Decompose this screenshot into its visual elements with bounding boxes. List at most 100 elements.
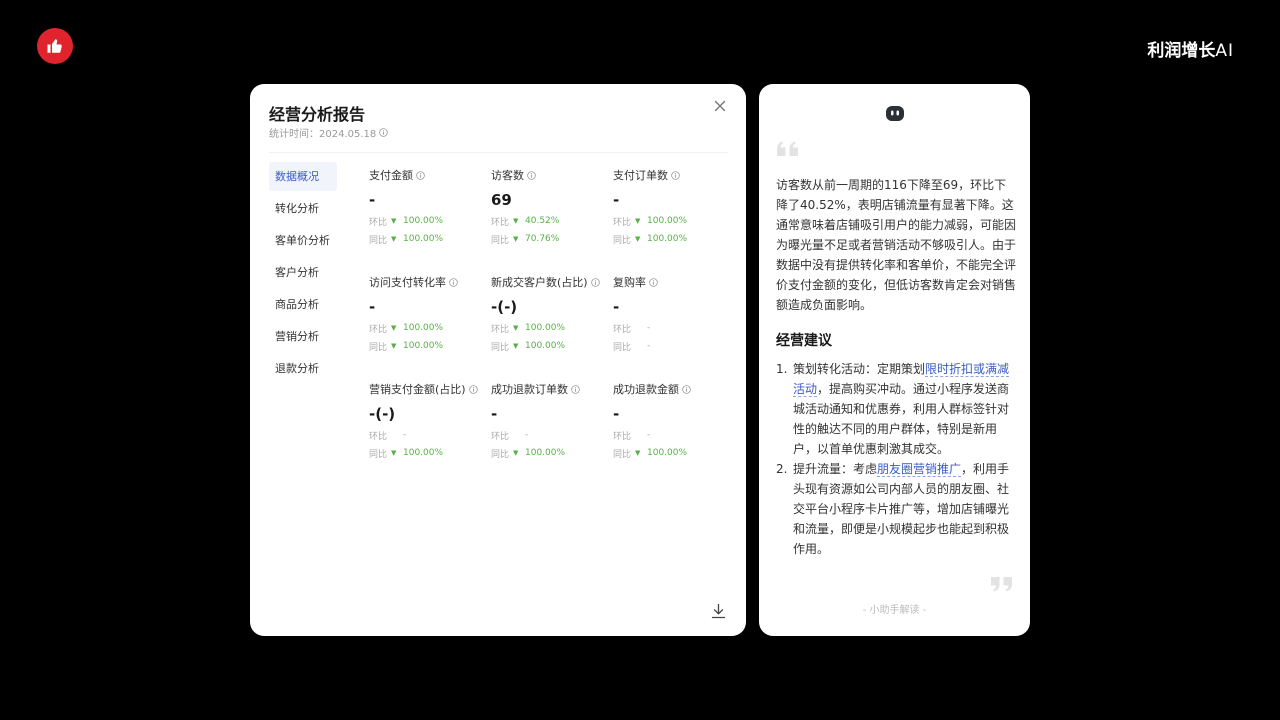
down-arrow-icon: ▼ — [391, 324, 397, 332]
list-text: 策划转化活动：定期策划限时折扣或满减活动，提高购买冲动。通过小程序发送商城活动通… — [793, 359, 1016, 459]
metric-value: - — [491, 405, 498, 423]
info-icon[interactable] — [416, 170, 425, 180]
info-icon[interactable] — [468, 384, 478, 394]
stat-time-text: 统计时间：2024.05.18 — [269, 129, 377, 140]
comparison-value: - — [647, 430, 651, 440]
stat-time: 统计时间：2024.05.18 — [269, 125, 389, 140]
report-title: 经营分析报告 — [269, 105, 366, 124]
down-arrow-icon: ▼ — [391, 342, 397, 350]
advice-panel: 访客数从前一周期的116下降至69，环比下降了40.52%，表明店铺流量有显著下… — [759, 84, 1030, 636]
brand-ai: AI — [1215, 41, 1234, 61]
divider — [269, 152, 728, 153]
comparison-label: 环比 — [369, 431, 388, 442]
nav-item-customer[interactable]: 客户分析 — [269, 258, 337, 287]
nav-item-refund[interactable]: 退款分析 — [269, 354, 337, 383]
comparison-row: 同比 ▼ 100.00% — [369, 447, 491, 460]
nav-item-marketing[interactable]: 营销分析 — [269, 322, 337, 351]
nav-item-conversion[interactable]: 转化分析 — [269, 194, 337, 223]
metric-label: 支付订单数 — [613, 168, 735, 182]
comparison-row: 环比 - — [491, 429, 613, 442]
close-quote-icon — [991, 577, 1012, 592]
open-quote-icon — [777, 141, 798, 156]
metric-label-text: 新成交客户数(占比) — [491, 276, 588, 289]
metric-label-text: 复购率 — [613, 276, 646, 289]
metric-label: 复购率 — [613, 275, 735, 289]
nav-item-product[interactable]: 商品分析 — [269, 290, 337, 319]
info-icon[interactable] — [449, 277, 458, 287]
metric-value: - — [369, 191, 376, 209]
metric-card: 支付订单数 - 环比 ▼ 100.00% 同比 ▼ 100.00% — [613, 168, 735, 275]
metric-value: - — [613, 191, 620, 209]
list-number: 2. — [776, 462, 788, 476]
metric-value: 69 — [491, 191, 512, 209]
comparison-value: 100.00% — [525, 323, 566, 333]
comparison-value: 100.00% — [525, 448, 566, 458]
metric-label: 访问支付转化率 — [369, 275, 491, 289]
down-arrow-icon: ▼ — [391, 449, 397, 457]
metric-label-text: 访问支付转化率 — [369, 276, 446, 289]
comparison-label: 环比 — [369, 217, 388, 228]
comparison-row: 同比 ▼ 100.00% — [613, 447, 735, 460]
nav-item-unit-price[interactable]: 客单价分析 — [269, 226, 337, 255]
comparison-row: 同比 ▼ 100.00% — [369, 233, 491, 246]
comparison-row: 同比 ▼ 100.00% — [491, 447, 613, 460]
info-icon[interactable] — [527, 170, 536, 180]
info-icon[interactable] — [379, 128, 389, 137]
metric-value: -(-) — [369, 405, 396, 423]
info-icon[interactable] — [671, 170, 680, 180]
comparison-label: 同比 — [369, 235, 388, 246]
metric-card: 新成交客户数(占比) -(-) 环比 ▼ 100.00% 同比 ▼ 100.00% — [491, 275, 613, 382]
comparison-row: 环比 ▼ 100.00% — [613, 215, 735, 228]
list-item: 1. 策划转化活动：定期策划限时折扣或满减活动，提高购买冲动。通过小程序发送商城… — [776, 359, 1016, 459]
metric-card: 访客数 69 环比 ▼ 40.52% 同比 ▼ 70.76% — [491, 168, 613, 275]
comparison-label: 同比 — [491, 235, 510, 246]
comparison-row: 同比 ▼ 100.00% — [369, 340, 491, 353]
info-icon[interactable] — [682, 384, 691, 394]
brand-name: 利润增长 — [1147, 41, 1216, 61]
comparison-value: 100.00% — [647, 448, 688, 458]
metric-value: - — [613, 405, 620, 423]
comparison-label: 环比 — [613, 431, 632, 442]
comparison-label: 同比 — [613, 235, 632, 246]
metric-label-text: 支付金额 — [369, 169, 413, 182]
comparison-label: 环比 — [613, 217, 632, 228]
comparison-row: 环比 ▼ 100.00% — [369, 322, 491, 335]
metric-label: 支付金额 — [369, 168, 491, 182]
highlight-link[interactable]: 朋友圈营销推广 — [877, 462, 962, 477]
comparison-row: 环比 ▼ 100.00% — [369, 215, 491, 228]
comparison-value: - — [403, 430, 407, 440]
thumbs-up-logo — [37, 28, 73, 64]
down-arrow-icon: ▼ — [391, 217, 397, 225]
comparison-value: 100.00% — [403, 448, 444, 458]
metric-card: 营销支付金额(占比) -(-) 环比 - 同比 ▼ 100.00% — [369, 382, 491, 489]
thumbs-up-icon — [47, 39, 62, 53]
metric-value: - — [613, 298, 620, 316]
comparison-label: 环比 — [613, 324, 632, 335]
metric-card: 支付金额 - 环比 ▼ 100.00% 同比 ▼ 100.00% — [369, 168, 491, 275]
comparison-row: 同比 ▼ 70.76% — [491, 233, 613, 246]
comparison-value: - — [647, 341, 651, 351]
nav-item-overview[interactable]: 数据概况 — [269, 162, 337, 191]
down-arrow-icon: ▼ — [513, 217, 519, 225]
metrics-grid: 支付金额 - 环比 ▼ 100.00% 同比 ▼ 100.00% 访客数 69 环比 ▼ 40.52% 同… — [369, 168, 735, 489]
metric-label: 营销支付金额(占比) — [369, 382, 491, 396]
comparison-value: 100.00% — [403, 341, 444, 351]
list-text-pre: 策划转化活动：定期策划 — [793, 362, 926, 376]
close-icon[interactable] — [712, 98, 728, 114]
comparison-value: 70.76% — [525, 234, 560, 244]
brand-logo: 利润增长AI — [1147, 36, 1234, 61]
info-icon[interactable] — [649, 277, 658, 287]
comparison-label: 同比 — [369, 342, 388, 353]
list-text-post: ，提高购买冲动。通过小程序发送商城活动通知和优惠券，利用人群标签针对性的触达不同… — [793, 382, 1010, 456]
down-arrow-icon: ▼ — [635, 217, 641, 225]
info-icon[interactable] — [571, 384, 580, 394]
list-item: 2. 提升流量：考虑朋友圈营销推广，利用手头现有资源如公司内部人员的朋友圈、社交… — [776, 459, 1016, 559]
down-arrow-icon: ▼ — [635, 235, 641, 243]
down-arrow-icon: ▼ — [513, 342, 519, 350]
comparison-label: 同比 — [369, 449, 388, 460]
comparison-row: 环比 ▼ 100.00% — [491, 322, 613, 335]
comparison-row: 环比 ▼ 40.52% — [491, 215, 613, 228]
download-icon[interactable] — [711, 603, 726, 619]
info-icon[interactable] — [590, 277, 600, 287]
robot-icon — [886, 106, 904, 121]
